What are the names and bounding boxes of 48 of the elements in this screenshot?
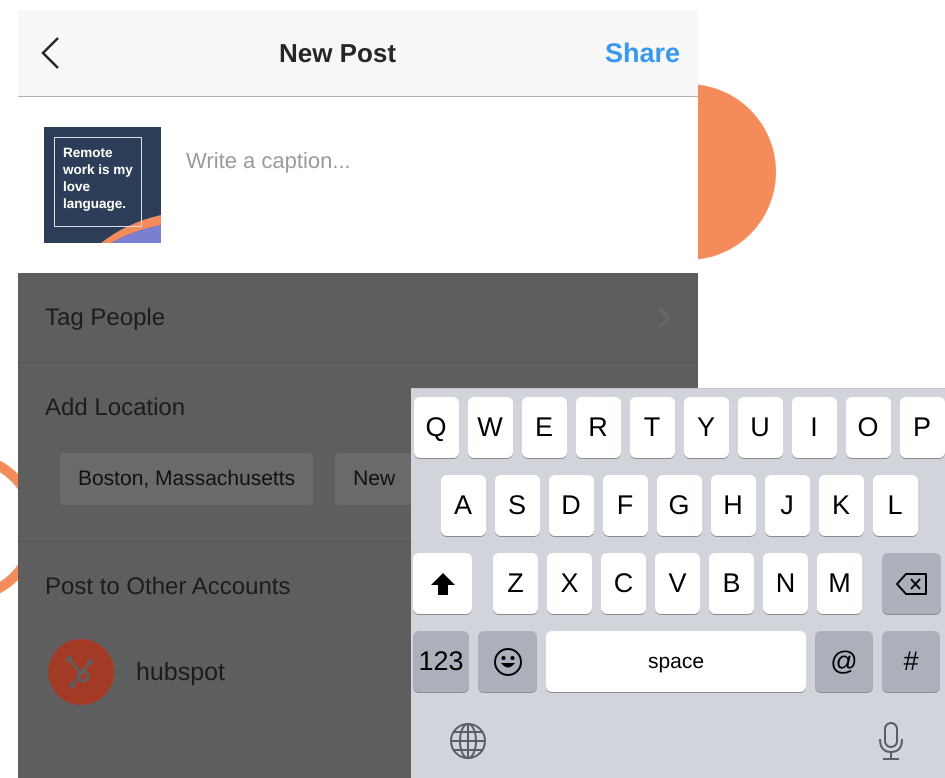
smiley-icon bbox=[492, 646, 522, 676]
keyboard-key[interactable]: G bbox=[656, 475, 702, 536]
keyboard-key[interactable]: F bbox=[602, 475, 648, 536]
keyboard-key[interactable]: Z bbox=[493, 553, 538, 614]
keyboard-key[interactable]: J bbox=[764, 475, 810, 536]
section-label: Post to Other Accounts bbox=[45, 573, 290, 601]
keyboard-key[interactable]: U bbox=[738, 397, 782, 458]
keyboard-key[interactable]: Q bbox=[414, 397, 458, 458]
keyboard-key[interactable]: K bbox=[818, 475, 864, 536]
keyboard-key[interactable]: P bbox=[900, 397, 944, 458]
keyboard-key[interactable]: W bbox=[468, 397, 512, 458]
keyboard-key[interactable]: R bbox=[576, 397, 620, 458]
keyboard-key[interactable]: @ bbox=[815, 631, 873, 692]
emoji-key[interactable] bbox=[478, 631, 537, 692]
microphone-button[interactable] bbox=[877, 721, 905, 761]
delete-key[interactable] bbox=[882, 553, 941, 614]
globe-button[interactable] bbox=[449, 722, 487, 760]
keyboard-key[interactable]: A bbox=[440, 475, 486, 536]
keyboard-key[interactable]: C bbox=[601, 553, 646, 614]
keyboard-key[interactable]: Y bbox=[684, 397, 728, 458]
account-name: hubspot bbox=[136, 658, 225, 686]
microphone-icon bbox=[877, 721, 905, 761]
keyboard-key[interactable]: S bbox=[494, 475, 540, 536]
space-key[interactable]: space bbox=[546, 631, 806, 692]
keyboard-key[interactable]: M bbox=[817, 553, 862, 614]
keyboard-key[interactable]: T bbox=[630, 397, 674, 458]
keyboard-key[interactable]: E bbox=[522, 397, 566, 458]
row-label: Tag People bbox=[45, 304, 166, 332]
screen-title: New Post bbox=[278, 38, 397, 68]
keyboard-key[interactable]: H bbox=[710, 475, 756, 536]
thumbnail-text: Remote work is my love language. bbox=[54, 137, 142, 227]
wave-drawing bbox=[101, 213, 161, 243]
keyboard-key[interactable]: X bbox=[547, 553, 592, 614]
backspace-icon bbox=[894, 572, 928, 596]
keyboard-key[interactable]: O bbox=[846, 397, 890, 458]
shift-key[interactable] bbox=[413, 553, 472, 614]
keyboard-key[interactable]: V bbox=[655, 553, 700, 614]
keyboard-key[interactable]: D bbox=[548, 475, 594, 536]
keyboard-key[interactable]: # bbox=[882, 631, 940, 692]
keyboard-key[interactable]: I bbox=[792, 397, 836, 458]
row-label: Add Location bbox=[45, 394, 186, 422]
keyboard-key[interactable]: 123 bbox=[413, 631, 469, 692]
keyboard-key[interactable]: B bbox=[709, 553, 754, 614]
globe-icon bbox=[449, 722, 487, 760]
caption-input[interactable]: Write a caption... bbox=[184, 147, 673, 175]
keyboard-key[interactable]: L bbox=[872, 475, 918, 536]
keyboard-key[interactable]: N bbox=[763, 553, 808, 614]
back-chevron-icon bbox=[40, 36, 60, 70]
